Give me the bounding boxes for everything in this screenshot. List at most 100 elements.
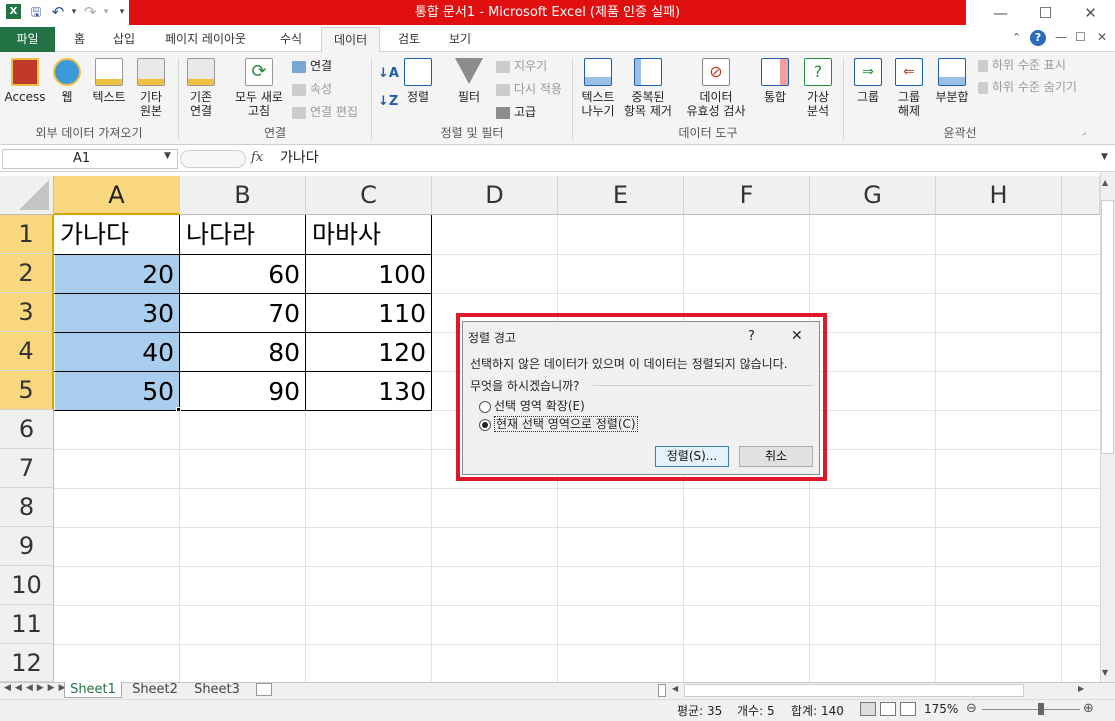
cell-a2[interactable]: 20 xyxy=(55,255,179,294)
option-current-selection[interactable]: 현재 선택 영역으로 정렬(C) xyxy=(479,415,638,432)
web-button[interactable]: 웹 xyxy=(50,58,84,104)
sort-descending-icon[interactable]: ↓Z xyxy=(378,94,398,109)
page-layout-view-icon[interactable] xyxy=(880,702,896,716)
sheet-tab-3[interactable]: Sheet3 xyxy=(188,682,246,698)
tab-file[interactable]: 파일 xyxy=(0,27,55,52)
cell-b2[interactable]: 60 xyxy=(181,255,305,294)
name-box[interactable]: A1 xyxy=(2,149,178,169)
horizontal-scroll-thumb[interactable] xyxy=(684,684,1024,697)
sheet-tab-1[interactable]: Sheet1 xyxy=(64,682,122,698)
sheet-nav-icons[interactable]: ◀◀◀▶▶▶ xyxy=(4,683,70,693)
name-box-dropdown-icon[interactable]: ▼ xyxy=(164,151,171,161)
column-header-g[interactable]: G xyxy=(810,176,936,215)
zoom-in-icon[interactable]: ⊕ xyxy=(1083,701,1094,716)
zoom-slider[interactable] xyxy=(982,709,1080,710)
sort-ascending-icon[interactable]: ↓A xyxy=(378,66,399,81)
existing-connections-button[interactable]: 기존 연결 xyxy=(184,58,218,118)
column-header-c[interactable]: C xyxy=(306,176,432,215)
formula-input[interactable]: 가나다 xyxy=(272,149,1098,169)
cell-b1[interactable]: 나다라 xyxy=(181,215,305,254)
collapse-ribbon-icon[interactable]: ⌃ xyxy=(1012,31,1021,44)
cell-a1[interactable]: 가나다 xyxy=(55,215,179,254)
workbook-minimize-icon[interactable]: — xyxy=(1055,30,1067,44)
redo-icon[interactable]: ↷ xyxy=(82,4,98,20)
ungroup-button[interactable]: ⇐ 그룹 해제 xyxy=(890,58,928,118)
tab-home[interactable]: 홈 xyxy=(62,27,97,52)
dialog-close-button[interactable]: ✕ xyxy=(791,328,803,344)
zoom-level[interactable]: 175% xyxy=(924,702,958,716)
help-icon[interactable]: ? xyxy=(1030,30,1046,46)
cell-c5[interactable]: 130 xyxy=(307,372,431,411)
dialog-help-button[interactable]: ? xyxy=(748,329,755,344)
hide-detail-button[interactable]: 하위 수준 숨기기 xyxy=(978,78,1077,96)
tab-view[interactable]: 보기 xyxy=(437,27,483,52)
tab-page-layout[interactable]: 페이지 레이아웃 xyxy=(153,27,258,52)
row-header-2[interactable]: 2 xyxy=(0,254,54,293)
cell-c4[interactable]: 120 xyxy=(307,333,431,372)
column-header-a[interactable]: A xyxy=(54,176,180,215)
column-header-f[interactable]: F xyxy=(684,176,810,215)
radio-current[interactable] xyxy=(479,418,491,431)
cell-b4[interactable]: 80 xyxy=(181,333,305,372)
minimize-button[interactable]: — xyxy=(978,0,1023,27)
row-header-7[interactable]: 7 xyxy=(0,449,54,488)
advanced-filter-button[interactable]: 고급 xyxy=(496,103,536,121)
new-sheet-icon[interactable] xyxy=(256,683,272,696)
save-icon[interactable]: 🖫 xyxy=(28,4,44,20)
scroll-left-icon[interactable]: ◀ xyxy=(672,684,678,693)
cell-c2[interactable]: 100 xyxy=(307,255,431,294)
column-header-b[interactable]: B xyxy=(180,176,306,215)
reapply-button[interactable]: 다시 적용 xyxy=(496,80,562,98)
refresh-all-button[interactable]: ⟳ 모두 새로 고침 xyxy=(230,58,288,118)
row-header-10[interactable]: 10 xyxy=(0,566,54,605)
tab-split-handle[interactable] xyxy=(658,684,666,697)
sheet-tab-2[interactable]: Sheet2 xyxy=(126,682,184,698)
tab-review[interactable]: 검토 xyxy=(386,27,432,52)
page-break-view-icon[interactable] xyxy=(900,702,916,716)
data-validation-button[interactable]: ⊘ 데이터 유효성 검사 xyxy=(678,58,754,118)
row-header-6[interactable]: 6 xyxy=(0,410,54,449)
access-button[interactable]: Access xyxy=(4,58,46,104)
expand-formula-bar-icon[interactable]: ▼ xyxy=(1101,152,1108,162)
row-header-11[interactable]: 11 xyxy=(0,605,54,644)
tab-formulas[interactable]: 수식 xyxy=(268,27,314,52)
workbook-restore-icon[interactable]: ☐ xyxy=(1075,30,1086,44)
undo-dropdown-icon[interactable]: ▾ xyxy=(66,4,82,20)
column-header-e[interactable]: E xyxy=(558,176,684,215)
cell-a4[interactable]: 40 xyxy=(55,333,179,372)
tab-insert[interactable]: 삽입 xyxy=(101,27,147,52)
sort-confirm-button[interactable]: 정렬(S)... xyxy=(655,446,729,467)
row-header-8[interactable]: 8 xyxy=(0,488,54,527)
text-import-button[interactable]: 텍스트 xyxy=(88,58,130,104)
option-expand-selection[interactable]: 선택 영역 확장(E) xyxy=(479,397,585,414)
radio-expand[interactable] xyxy=(479,400,491,413)
maximize-button[interactable]: ☐ xyxy=(1023,0,1068,27)
row-header-1[interactable]: 1 xyxy=(0,215,54,254)
cell-b3[interactable]: 70 xyxy=(181,294,305,333)
consolidate-button[interactable]: 통합 xyxy=(756,58,794,104)
cell-b5[interactable]: 90 xyxy=(181,372,305,411)
row-header-12[interactable]: 12 xyxy=(0,644,54,682)
group-button[interactable]: ⇒ 그룹 xyxy=(850,58,886,104)
filter-button[interactable]: 필터 xyxy=(450,58,488,104)
scroll-down-icon[interactable]: ▼ xyxy=(1102,668,1108,677)
sort-button[interactable]: 정렬 xyxy=(400,58,436,104)
column-header-h[interactable]: H xyxy=(936,176,1062,215)
edit-links-button[interactable]: 연결 편집 xyxy=(292,103,358,121)
clear-filter-button[interactable]: 지우기 xyxy=(496,57,547,75)
properties-button[interactable]: 속성 xyxy=(292,80,332,98)
text-to-columns-button[interactable]: 텍스트 나누기 xyxy=(577,58,619,118)
scroll-right-icon[interactable]: ▶ xyxy=(1078,684,1084,693)
row-header-3[interactable]: 3 xyxy=(0,293,54,332)
customize-quick-access-icon[interactable]: ▾ xyxy=(114,4,130,20)
remove-duplicates-button[interactable]: 중복된 항목 제거 xyxy=(620,58,676,118)
dialog-launcher-icon[interactable]: ⌟ xyxy=(1082,127,1086,137)
tab-data[interactable]: 데이터 xyxy=(321,27,381,53)
zoom-slider-thumb[interactable] xyxy=(1038,703,1044,715)
column-header-d[interactable]: D xyxy=(432,176,558,215)
select-all-corner[interactable] xyxy=(0,176,54,215)
what-if-analysis-button[interactable]: ? 가상 분석 xyxy=(798,58,838,118)
row-header-9[interactable]: 9 xyxy=(0,527,54,566)
cell-c1[interactable]: 마바사 xyxy=(307,215,431,254)
cell-a5[interactable]: 50 xyxy=(55,372,179,411)
